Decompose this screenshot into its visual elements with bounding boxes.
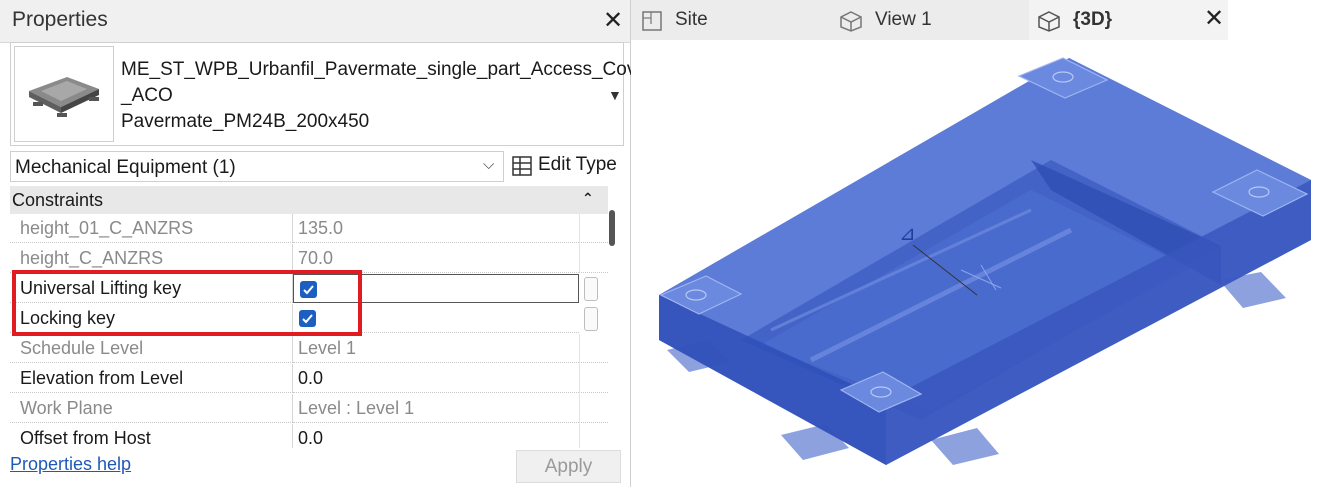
row-edit-cell [579,424,608,448]
type-name: ME_ST_WPB_Urbanfil_Pavermate_single_part… [121,57,654,135]
type-name-line: _ACO [121,85,173,106]
property-value[interactable]: 0.0 [293,364,579,393]
type-name-line: Pavermate_PM24B_200x450 [121,111,370,132]
tab-3d[interactable]: {3D} ✕ [1029,0,1228,40]
property-row: Work Plane Level : Level 1 [10,394,608,424]
tab-label: View 1 [875,9,932,30]
property-label: height_01_C_ANZRS [10,214,293,243]
property-row: Locking key [10,304,608,334]
row-edit-cell [579,244,608,273]
property-label: Schedule Level [10,334,293,363]
section-header-constraints[interactable]: Constraints ⌃ [10,186,608,214]
type-name-line: ME_ST_WPB_Urbanfil_Pavermate_single_part… [121,59,654,80]
property-value: 135.0 [293,214,579,243]
property-row: Universal Lifting key [10,274,608,304]
properties-palette: Properties ✕ ME_ST_WPB_Urbanfil_Pavermat… [0,0,654,487]
edit-type-button[interactable]: Edit Type [512,152,622,180]
close-icon[interactable]: ✕ [603,6,623,35]
category-filter-dropdown[interactable]: Mechanical Equipment (1) ⌵ [10,151,504,182]
tab-label: {3D} [1073,9,1113,30]
row-edit-cell [579,334,608,363]
tab-view-1[interactable]: View 1 [831,0,1029,40]
property-label: height_C_ANZRS [10,244,293,273]
property-value-cell[interactable] [293,304,579,333]
property-label: Elevation from Level [10,364,293,393]
property-label: Universal Lifting key [10,274,293,303]
row-edit-cell [579,214,608,243]
type-dropdown-arrow-icon[interactable]: ▼ [608,87,622,103]
property-label: Offset from Host [10,424,293,448]
property-label: Locking key [10,304,293,333]
property-value: Level 1 [293,334,579,363]
property-row: Schedule Level Level 1 [10,334,608,364]
property-row: Offset from Host 0.0 [10,424,608,448]
instance-properties-grid: Constraints ⌃ height_01_C_ANZRS 135.0 he… [10,186,624,448]
row-edit-cell [579,364,608,393]
svg-text:⊿: ⊿ [899,221,916,245]
property-value[interactable]: 0.0 [293,424,579,448]
3d-model-viewport[interactable]: ⊿ [631,40,1318,487]
3d-house-icon [840,11,862,32]
associate-parameter-button[interactable] [584,307,598,331]
site-view-icon [642,11,662,31]
category-filter-label: Mechanical Equipment (1) [15,157,236,178]
locking-key-checkbox[interactable] [299,310,316,327]
property-label: Work Plane [10,394,293,423]
property-row: height_01_C_ANZRS 135.0 [10,214,608,244]
scrollbar-thumb[interactable] [609,210,615,246]
property-value: 70.0 [293,244,579,273]
properties-help-link[interactable]: Properties help [10,454,131,475]
type-selector[interactable]: ME_ST_WPB_Urbanfil_Pavermate_single_part… [10,42,654,146]
close-icon[interactable]: ✕ [1204,4,1224,33]
property-value-cell[interactable] [293,274,579,303]
collapse-icon: ⌃ [582,190,594,206]
edit-type-icon [512,156,532,176]
family-thumbnail [14,46,114,142]
3d-house-icon [1038,11,1060,32]
section-title: Constraints [12,190,104,210]
tab-site[interactable]: Site [631,0,831,40]
edit-type-label: Edit Type [538,154,617,175]
chevron-down-icon: ⌵ [483,156,495,173]
tab-label: Site [675,9,708,30]
associate-parameter-button[interactable] [584,277,598,301]
property-row: height_C_ANZRS 70.0 [10,244,608,274]
properties-title-bar: Properties ✕ [0,0,630,43]
apply-button[interactable]: Apply [516,450,621,483]
universal-lifting-key-checkbox[interactable] [300,281,317,298]
properties-title: Properties [12,8,108,31]
property-row: Elevation from Level 0.0 [10,364,608,394]
view-tab-bar: Site View 1 {3D} ✕ [631,0,1318,40]
view-area: Site View 1 {3D} ✕ ⊿ [631,0,1318,487]
row-edit-cell [579,394,608,423]
property-value: Level : Level 1 [293,394,579,423]
